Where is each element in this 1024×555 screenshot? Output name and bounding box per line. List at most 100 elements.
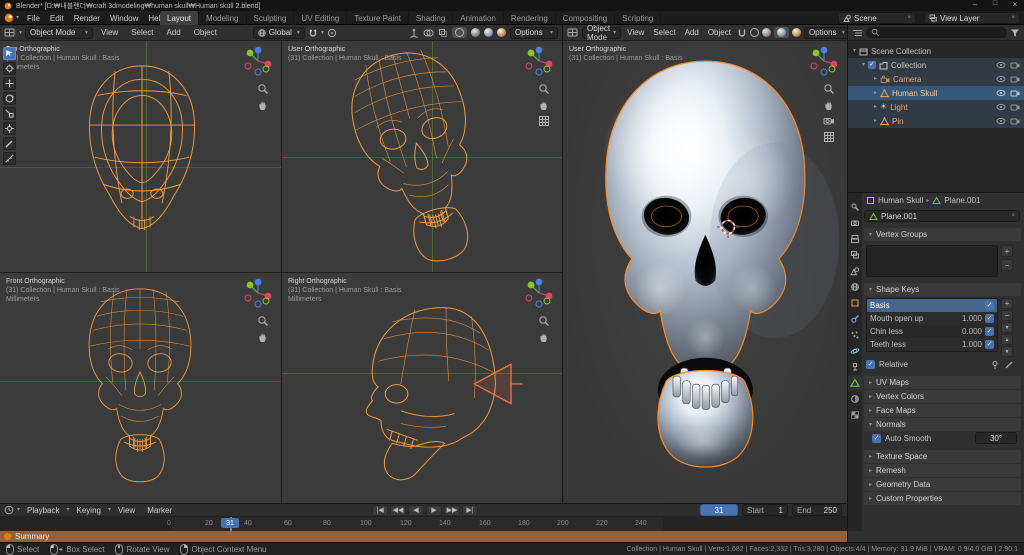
jump-to-end-button[interactable]: ▶| [462,505,478,516]
overlays-toggle-icon[interactable] [423,28,434,38]
snap-magnet-icon[interactable] [308,28,318,38]
props-tab-tool[interactable] [848,199,862,215]
props-tab-material[interactable] [848,391,862,407]
viewport-right-ortho[interactable]: Right Orthographic (31) Collection | Hum… [282,273,562,503]
menu-select[interactable]: Select [126,26,158,40]
disclosure-icon[interactable]: ▸ [874,118,877,124]
tab-modeling[interactable]: Modeling [199,11,246,25]
next-keyframe-button[interactable]: ▶▶ [444,505,460,516]
shape-key-mute-checkbox[interactable]: ✓ [985,327,994,336]
mode-dropdown[interactable]: Object Mode ▾ [25,27,93,39]
collection-checkbox[interactable]: ✓ [868,61,876,69]
shape-key-mute-checkbox[interactable]: ✓ [985,314,994,323]
editor-type-button[interactable] [4,27,16,38]
xray-toggle-icon[interactable] [438,28,448,38]
menu-render[interactable]: Render [69,11,105,25]
summary-channel[interactable]: Summary [0,531,847,542]
panel-face-maps[interactable]: ▸ Face Maps [864,404,1021,417]
zoom-icon[interactable] [823,83,835,95]
outliner-search-input[interactable] [866,27,1007,38]
ortho-grid-icon[interactable] [538,115,550,127]
minimize-button[interactable]: – [966,0,984,9]
tab-shading[interactable]: Shading [409,11,453,25]
panel-uv-maps[interactable]: ▸ UV Maps [864,376,1021,389]
app-menu-button[interactable]: ▾ [4,13,19,23]
current-frame-field[interactable]: 31 [700,504,738,516]
snap-magnet-icon[interactable] [737,28,747,38]
breadcrumb-object[interactable]: Human Skull [878,196,923,205]
viewport-front-ortho[interactable]: Front Orthographic (31) Collection | Hum… [0,273,281,503]
shape-key-edit-icon[interactable] [1004,360,1014,370]
panel-vertex-colors[interactable]: ▸ Vertex Colors [864,390,1021,403]
shape-key-value[interactable]: 0.000 [950,327,982,336]
transform-orientation-dropdown[interactable]: Global ▾ [253,27,305,39]
tool-scale[interactable] [3,107,16,120]
shading-solid-button[interactable] [471,28,480,37]
play-reverse-button[interactable]: ◀ [408,505,424,516]
props-tab-world[interactable] [848,279,862,295]
shading-material-button[interactable] [484,28,493,37]
hide-eye-icon[interactable] [996,61,1006,69]
start-frame-field[interactable]: Start 1 [742,504,788,516]
pan-hand-icon[interactable] [257,99,269,111]
shading-solid-button[interactable] [762,28,771,37]
hide-eye-icon[interactable] [996,75,1006,83]
shape-key-pin-icon[interactable] [990,360,1000,370]
editor-type-button[interactable] [4,505,15,515]
props-tab-output[interactable] [848,231,862,247]
hide-eye-icon[interactable] [996,103,1006,111]
panel-custom-properties[interactable]: ▸ Custom Properties [864,492,1021,505]
vertex-groups-list[interactable] [866,245,998,277]
menu-edit[interactable]: Edit [45,11,69,25]
panel-vertex-groups[interactable]: ▾ Vertex Groups [864,228,1021,241]
shape-key-row-basis[interactable]: Basis ✓ [867,299,997,312]
view-layer-selector[interactable]: View Layer × [924,12,1020,24]
mesh-datablock-field[interactable]: Plane.001 × [864,210,1020,222]
render-visibility-icon[interactable] [1010,61,1020,69]
play-button[interactable]: ▶ [426,505,442,516]
viewport-user-ortho-wire[interactable]: User Orthographic (31) Collection | Huma… [282,41,562,272]
auto-smooth-angle-field[interactable]: 30° [975,432,1017,444]
options-dropdown[interactable]: Options ▾ [510,27,558,39]
unlink-icon[interactable]: × [1011,213,1015,219]
shading-material-button[interactable] [774,27,789,38]
panel-remesh[interactable]: ▸ Remesh [864,464,1021,477]
menu-select[interactable]: Select [650,26,678,40]
add-vertex-group-button[interactable]: + [1001,245,1013,257]
shading-wireframe-button[interactable] [452,27,467,38]
navigation-gizmo[interactable] [241,44,275,78]
panel-geometry-data[interactable]: ▸ Geometry Data [864,478,1021,491]
disclosure-icon[interactable]: ▸ [874,76,877,82]
panel-normals[interactable]: ▾ Normals [864,418,1021,431]
disclosure-icon[interactable]: ▸ [874,104,877,110]
add-shape-key-button[interactable]: + [1001,298,1013,309]
tab-scripting[interactable]: Scripting [615,11,661,25]
jump-to-start-button[interactable]: |◀ [372,505,388,516]
shape-key-row-teeth-less[interactable]: Teeth less 1.000 ✓ [867,338,997,351]
props-tab-constraints[interactable] [848,359,862,375]
shading-rendered-button[interactable] [497,28,506,37]
editor-type-button[interactable] [567,27,579,38]
pan-hand-icon[interactable] [257,331,269,343]
menu-add[interactable]: Add [161,26,185,40]
menu-keying[interactable]: Keying [72,503,106,517]
menu-object[interactable]: Object [189,26,222,40]
editor-type-button[interactable] [852,28,863,38]
props-tab-texture[interactable] [848,407,862,423]
navigation-gizmo[interactable] [807,44,841,78]
viewport-top-ortho[interactable]: Top Orthographic (31) Collection | Human… [0,41,281,272]
filter-icon[interactable] [1010,28,1020,38]
tab-rendering[interactable]: Rendering [504,11,556,25]
panel-shape-keys[interactable]: ▾ Shape Keys [864,283,1021,296]
tab-animation[interactable]: Animation [453,11,504,25]
render-visibility-icon[interactable] [1010,89,1020,97]
render-visibility-icon[interactable] [1010,75,1020,83]
outliner-row-human-skull[interactable]: ▸ Human Skull [848,86,1024,100]
hide-eye-icon[interactable] [996,117,1006,125]
render-visibility-icon[interactable] [1010,103,1020,111]
shape-key-value[interactable]: 1.000 [950,340,982,349]
shading-wireframe-button[interactable] [750,28,759,37]
shape-key-mute-checkbox[interactable]: ✓ [985,340,994,349]
outliner-row-collection[interactable]: ▾ ✓ Collection [848,58,1024,72]
tab-layout[interactable]: Layout [160,11,199,25]
